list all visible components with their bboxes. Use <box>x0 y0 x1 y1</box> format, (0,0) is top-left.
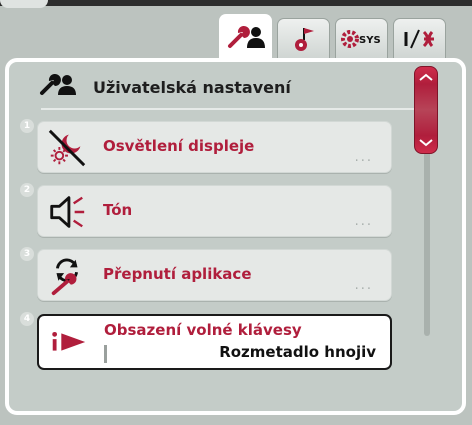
free-key-button[interactable]: Obsazení volné klávesy Rozmetadlo hnojiv <box>37 314 392 370</box>
gear-sys-icon: SYS <box>339 27 385 51</box>
header-divider <box>41 108 430 110</box>
page-title: Uživatelská nastavení <box>93 77 291 97</box>
more-dots: ... <box>354 150 373 165</box>
info-arrow-icon <box>47 321 89 363</box>
app-switch-icon <box>46 255 88 297</box>
value-cursor <box>104 345 107 363</box>
display-brightness-icon <box>46 127 88 169</box>
item-number: 4 <box>20 312 34 326</box>
display-brightness-button[interactable]: Osvětlení displeje ... <box>37 121 392 173</box>
item-number: 3 <box>20 247 34 261</box>
app-switch-button[interactable]: Přepnutí aplikace ... <box>37 249 392 301</box>
top-bar <box>0 0 472 8</box>
tab-system-label: SYS <box>359 35 381 46</box>
tab-system[interactable]: SYS <box>335 18 388 59</box>
tone-button[interactable]: Tón ... <box>37 185 392 237</box>
item-number: 2 <box>20 183 34 197</box>
scrollbar-thumb[interactable] <box>414 66 438 154</box>
panel-header: Uživatelská nastavení <box>39 74 291 100</box>
display-brightness-label: Osvětlení displeje <box>103 137 255 155</box>
tab-user-settings[interactable] <box>219 14 272 59</box>
chevron-down-icon <box>419 139 433 147</box>
free-key-value: Rozmetadlo hnojiv <box>219 343 376 361</box>
more-dots: ... <box>354 214 373 229</box>
item-number: 1 <box>20 119 34 133</box>
wrench-user-icon <box>226 24 266 50</box>
more-dots: ... <box>354 278 373 293</box>
app-switch-label: Přepnutí aplikace <box>103 265 252 283</box>
tab-io[interactable] <box>393 18 446 59</box>
chevron-up-icon <box>419 73 433 81</box>
wrench-user-icon <box>39 74 77 100</box>
io-symbol-icon <box>400 26 440 52</box>
tab-bar: SYS <box>219 14 446 59</box>
speaker-icon <box>46 191 88 233</box>
top-bar-notch <box>0 0 48 8</box>
tone-label: Tón <box>103 201 133 219</box>
service-pin-icon <box>290 25 318 53</box>
free-key-label: Obsazení volné klávesy <box>104 321 302 339</box>
tab-service[interactable] <box>277 18 330 59</box>
